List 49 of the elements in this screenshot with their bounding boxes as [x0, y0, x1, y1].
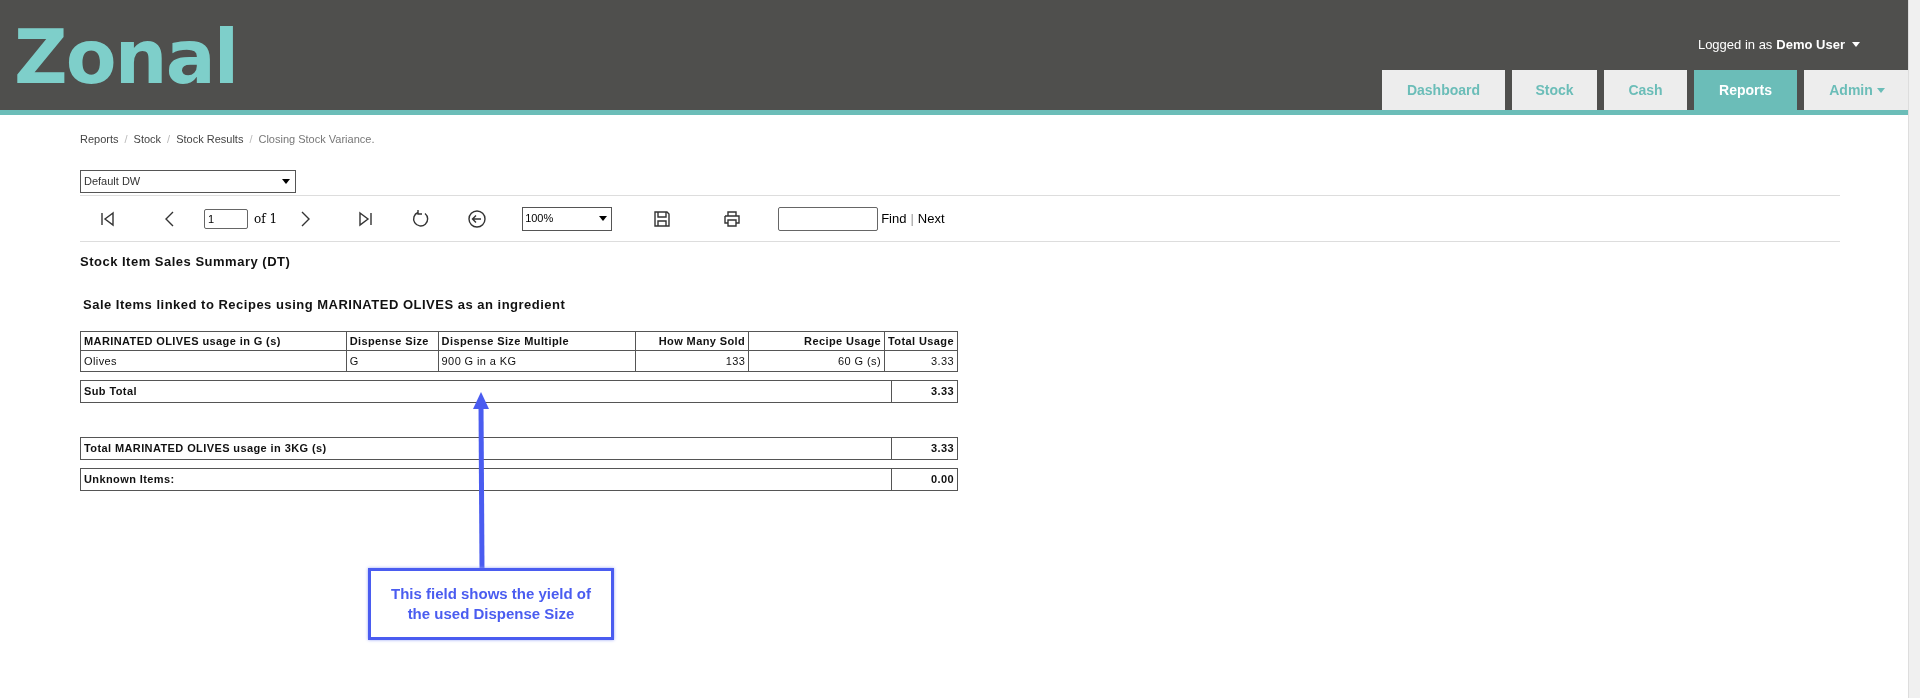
save-icon[interactable]	[652, 208, 673, 229]
breadcrumb-separator: /	[124, 131, 128, 147]
user-name: Demo User	[1776, 35, 1845, 54]
layout-select[interactable]: Default DW	[80, 170, 296, 193]
callout-box: This field shows the yield of the used Dispense Size	[368, 568, 614, 640]
next-link[interactable]: Next	[917, 208, 945, 229]
table-cell: 133	[635, 350, 749, 372]
logo: Zonal	[14, 20, 238, 102]
table-cell: 3.33	[884, 350, 958, 372]
find-input[interactable]	[778, 206, 879, 231]
print-icon[interactable]	[722, 208, 743, 229]
caret-icon	[282, 179, 290, 184]
total-label: Unknown Items:	[81, 469, 892, 490]
link-separator: |	[910, 209, 914, 228]
breadcrumb-separator: /	[249, 131, 253, 147]
column-header: MARINATED OLIVES usage in G (s)	[80, 331, 347, 351]
breadcrumb-separator: /	[167, 131, 171, 147]
breadcrumb-link[interactable]: Stock	[133, 130, 162, 148]
caret-icon	[1876, 87, 1885, 93]
total-value: 3.33	[930, 441, 955, 457]
find-link[interactable]: Find	[881, 208, 907, 229]
table-cell: 900 G in a KG	[438, 350, 636, 372]
column-header: Total Usage	[884, 331, 958, 351]
user-label: Logged in as	[1697, 35, 1773, 54]
breadcrumb-link[interactable]: Reports	[80, 130, 119, 148]
page-input[interactable]: 1	[204, 208, 248, 229]
total-value: 3.33	[930, 384, 955, 400]
column-header: Recipe Usage	[748, 331, 885, 351]
caret-icon	[599, 216, 608, 221]
table-cell: Olives	[80, 350, 347, 372]
column-header: Dispense Size	[346, 331, 439, 351]
back-icon[interactable]	[467, 208, 488, 229]
column-header: How Many Sold	[635, 331, 749, 351]
page-count: of 1	[254, 210, 278, 228]
user-menu[interactable]: Logged in as Demo User	[1697, 34, 1860, 54]
scrollbar[interactable]	[1908, 0, 1920, 698]
select-value: 100%	[525, 211, 554, 227]
total-value: 0.00	[930, 472, 955, 488]
report-title: Stock Item Sales Summary (DT)	[80, 253, 292, 271]
report-subtitle: Sale Items linked to Recipes using MARINATED OLIVES as an ingredient	[83, 295, 567, 314]
column-header: Dispense Size Multiple	[438, 331, 636, 351]
total-label: Total MARINATED OLIVES usage in 3KG (s)	[81, 438, 892, 459]
breadcrumb-link[interactable]: Stock Results	[176, 130, 244, 148]
zoom-select[interactable]: 100%	[522, 206, 613, 231]
table-cell: 60 G (s)	[748, 350, 885, 372]
breadcrumb-current: Closing Stock Variance.	[258, 131, 375, 147]
table-cell: G	[346, 350, 439, 372]
select-value: Default DW	[84, 174, 141, 190]
caret-icon	[1852, 41, 1860, 47]
